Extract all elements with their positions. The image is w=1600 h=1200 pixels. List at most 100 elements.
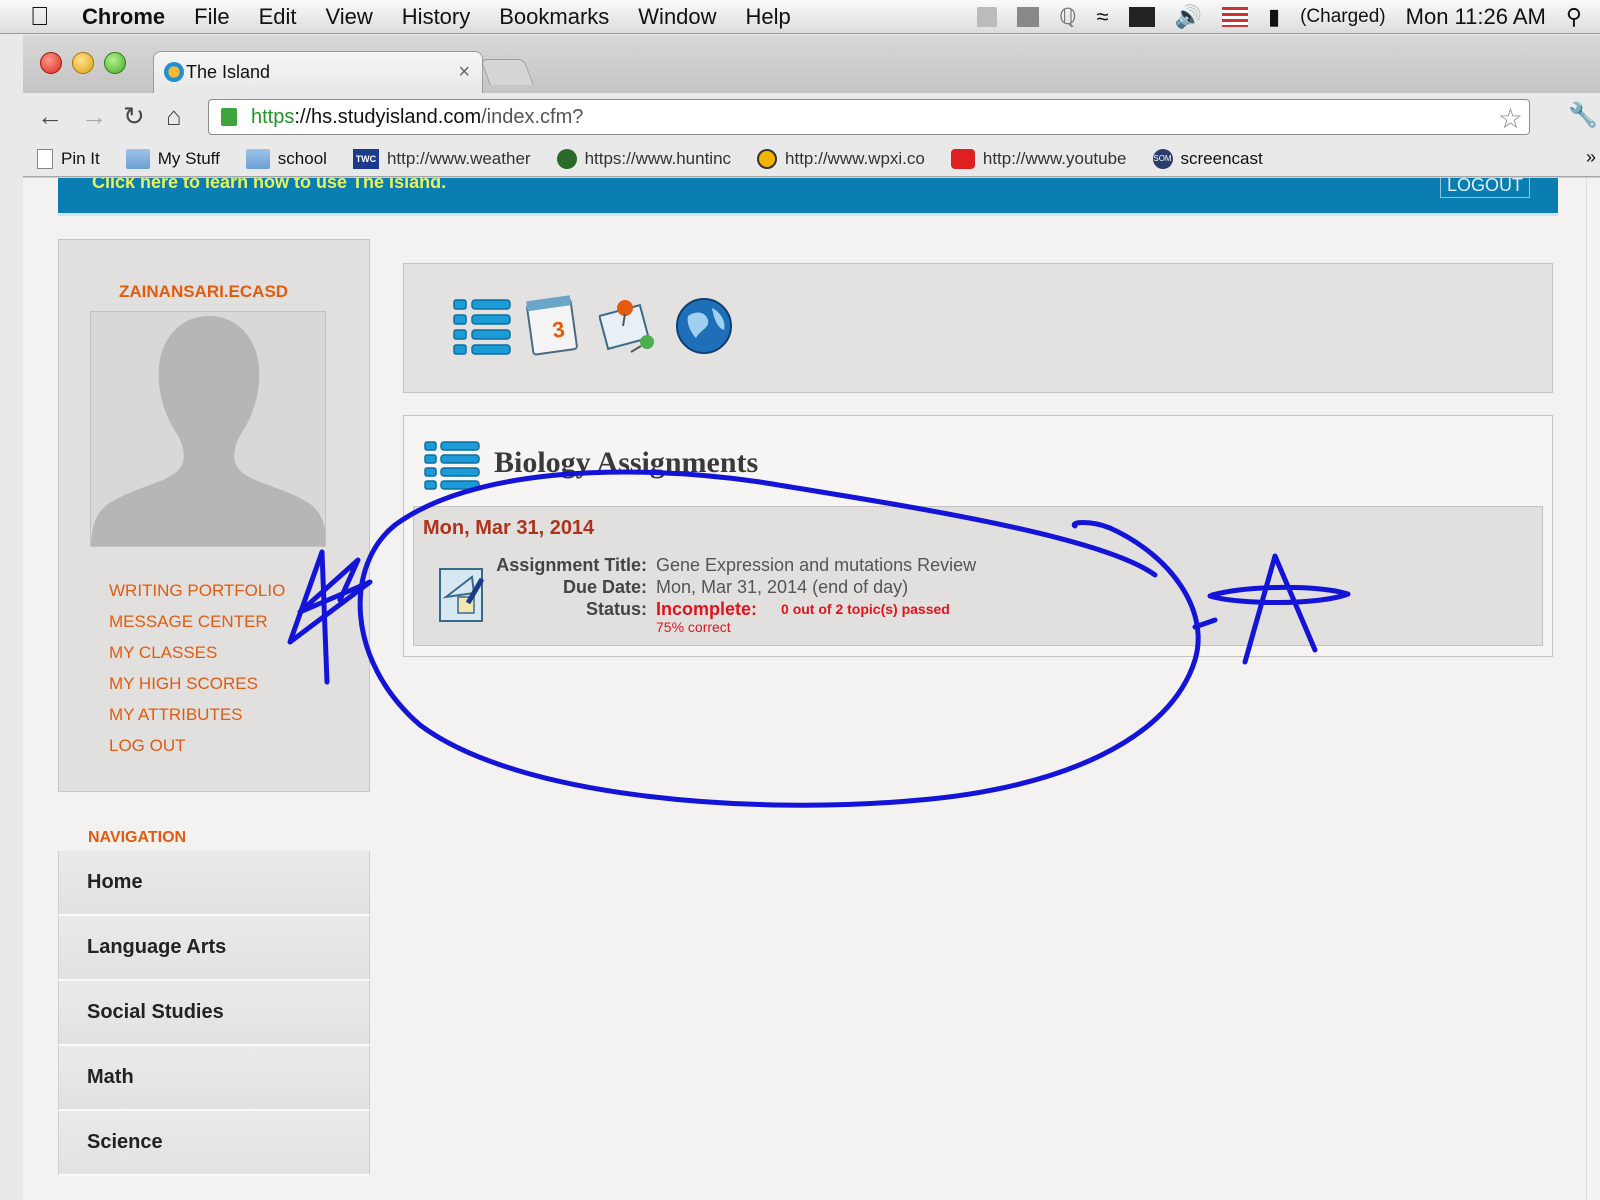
pushpin-note-icon[interactable] <box>599 294 661 358</box>
zoom-window-button[interactable] <box>104 52 126 74</box>
vertical-scrollbar[interactable] <box>1586 178 1600 1200</box>
spotlight-icon[interactable]: ⚲ <box>1566 4 1582 30</box>
assignment-row[interactable]: Mon, Mar 31, 2014 Assignment Title: Gene… <box>413 506 1543 646</box>
tab-the-island[interactable]: The Island × <box>153 51 483 93</box>
forward-arrow-icon[interactable]: → <box>81 101 107 132</box>
bookmark-pin-it[interactable]: Pin It <box>37 148 100 169</box>
reload-icon[interactable]: ↻ <box>123 101 145 132</box>
hunting-icon <box>556 148 577 169</box>
menubar-clock[interactable]: Mon 11:26 AM <box>1406 4 1546 30</box>
status-incomplete: Incomplete: <box>656 599 758 619</box>
tab-close-icon[interactable]: × <box>458 61 470 84</box>
my-attributes-link[interactable]: MY ATTRIBUTES <box>109 699 285 730</box>
spaces-icon[interactable] <box>1017 7 1040 27</box>
youtube-icon <box>950 148 975 169</box>
lock-icon <box>221 108 237 126</box>
wrench-menu-icon[interactable]: 🔧 <box>1568 101 1598 130</box>
bookmark-hunting[interactable]: https://www.huntinc <box>556 148 731 169</box>
profile-links: WRITING PORTFOLIO MESSAGE CENTER MY CLAS… <box>109 575 285 761</box>
top-banner: Click here to learn how to use The Islan… <box>58 178 1558 216</box>
percent-correct: 75% correct <box>656 619 731 635</box>
page-icon <box>37 148 53 169</box>
bookmark-youtube[interactable]: http://www.youtube <box>950 148 1127 169</box>
folder-icon <box>125 148 150 169</box>
bluetooth-icon[interactable]: ℚ <box>1059 4 1076 30</box>
bookmark-school[interactable]: school <box>245 148 327 169</box>
username: ZAINANSARI.ECASD <box>119 282 289 301</box>
address-bar[interactable]: https://hs.studyisland.com/index.cfm? ☆ <box>208 99 1530 135</box>
browser-window: The Island × ← → ↻ ⌂ https://hs.studyisl… <box>23 35 1600 1200</box>
nav-item-language-arts[interactable]: Language Arts <box>58 916 370 981</box>
menu-bookmarks[interactable]: Bookmarks <box>499 4 609 30</box>
menu-chrome[interactable]: Chrome <box>82 4 165 30</box>
avatar <box>90 311 326 547</box>
menu-edit[interactable]: Edit <box>259 4 297 30</box>
tools-panel: 3 <box>403 263 1553 393</box>
globe-icon[interactable] <box>674 294 736 358</box>
status-label: Status: <box>585 599 647 619</box>
us-flag-icon[interactable] <box>1221 7 1248 27</box>
new-tab-button[interactable] <box>480 59 534 85</box>
address-url[interactable]: https://hs.studyisland.com/index.cfm? <box>251 106 583 129</box>
topics-passed-text: 0 out of 2 topic(s) passed <box>781 601 950 617</box>
menu-history[interactable]: History <box>402 4 470 30</box>
assignments-list-icon <box>424 441 480 490</box>
assignments-heading: Biology Assignments <box>494 446 759 479</box>
assignment-date: Mon, Mar 31, 2014 <box>423 517 595 539</box>
menu-view[interactable]: View <box>326 4 373 30</box>
message-center-link[interactable]: MESSAGE CENTER <box>109 606 285 637</box>
log-out-link[interactable]: LOG OUT <box>109 730 285 761</box>
my-high-scores-link[interactable]: MY HIGH SCORES <box>109 668 285 699</box>
logout-button[interactable]: LOGOUT <box>1439 178 1530 198</box>
bookmark-my-stuff[interactable]: My Stuff <box>125 148 220 169</box>
due-date-label: Due Date: <box>562 577 647 597</box>
back-arrow-icon[interactable]: ← <box>37 101 63 132</box>
nav-item-social-studies[interactable]: Social Studies <box>58 981 370 1046</box>
navigation-heading: NAVIGATION <box>88 829 187 846</box>
profile-panel: ZAINANSARI.ECASD WRITING PORTFOLIO MESSA… <box>58 239 370 792</box>
bookmarks-overflow-icon[interactable]: » <box>1586 147 1596 168</box>
apple-menu-icon[interactable]:  <box>30 1 68 32</box>
assignment-task-icon[interactable] <box>438 563 488 625</box>
bookmark-screencast[interactable]: SOM screencast <box>1152 148 1263 169</box>
bookmark-weather[interactable]: TWC http://www.weather <box>352 148 531 169</box>
help-link[interactable]: Click here to learn how to use The Islan… <box>92 178 446 193</box>
tab-title: The Island <box>186 62 271 82</box>
menu-help[interactable]: Help <box>746 4 791 30</box>
page-viewport: Click here to learn how to use The Islan… <box>23 178 1600 1200</box>
nav-item-science[interactable]: Science <box>58 1111 370 1176</box>
menu-file[interactable]: File <box>194 4 229 30</box>
screencast-icon: SOM <box>1152 148 1173 169</box>
nav-item-home[interactable]: Home <box>58 851 370 916</box>
battery-icon[interactable]: ▮ <box>1268 4 1280 30</box>
due-date-value: Mon, Mar 31, 2014 (end of day) <box>656 577 909 597</box>
bookmark-star-icon[interactable]: ☆ <box>1498 102 1523 135</box>
battery-status: (Charged) <box>1300 6 1386 27</box>
wifi-icon[interactable]: ≈ <box>1097 4 1109 30</box>
writing-portfolio-link[interactable]: WRITING PORTFOLIO <box>109 575 285 606</box>
default-avatar-silhouette-icon <box>91 316 325 546</box>
bookmarks-bar: Pin It My Stuff school TWC http://www.wea… <box>23 141 1600 177</box>
my-classes-link[interactable]: MY CLASSES <box>109 637 285 668</box>
home-icon[interactable]: ⌂ <box>166 101 182 132</box>
close-window-button[interactable] <box>40 52 62 74</box>
assignment-title-value[interactable]: Gene Expression and mutations Review <box>656 554 976 576</box>
list-icon[interactable] <box>452 294 514 358</box>
volume-icon[interactable]: 🔊 <box>1175 4 1202 30</box>
island-favicon-icon <box>164 62 184 82</box>
browser-toolbar: ← → ↻ ⌂ https://hs.studyisland.com/index… <box>23 93 1600 141</box>
assignment-fields: Assignment Title: Gene Expression and mu… <box>494 554 976 620</box>
minimize-window-button[interactable] <box>72 52 94 74</box>
twc-icon: TWC <box>352 148 379 169</box>
assignments-panel: Biology Assignments Mon, Mar 31, 2014 As… <box>403 415 1553 657</box>
menu-window[interactable]: Window <box>638 4 716 30</box>
bookmark-wpxi[interactable]: http://www.wpxi.co <box>757 148 925 169</box>
nav-item-math[interactable]: Math <box>58 1046 370 1111</box>
assignment-title-label: Assignment Title: <box>496 555 647 575</box>
calendar-icon[interactable]: 3 <box>524 294 586 358</box>
folder-icon <box>245 148 270 169</box>
display-icon[interactable] <box>1128 7 1155 27</box>
wpxi-icon <box>757 148 778 169</box>
script-editor-icon[interactable] <box>977 7 998 27</box>
navigation-list: Home Language Arts Social Studies Math S… <box>58 851 370 1176</box>
